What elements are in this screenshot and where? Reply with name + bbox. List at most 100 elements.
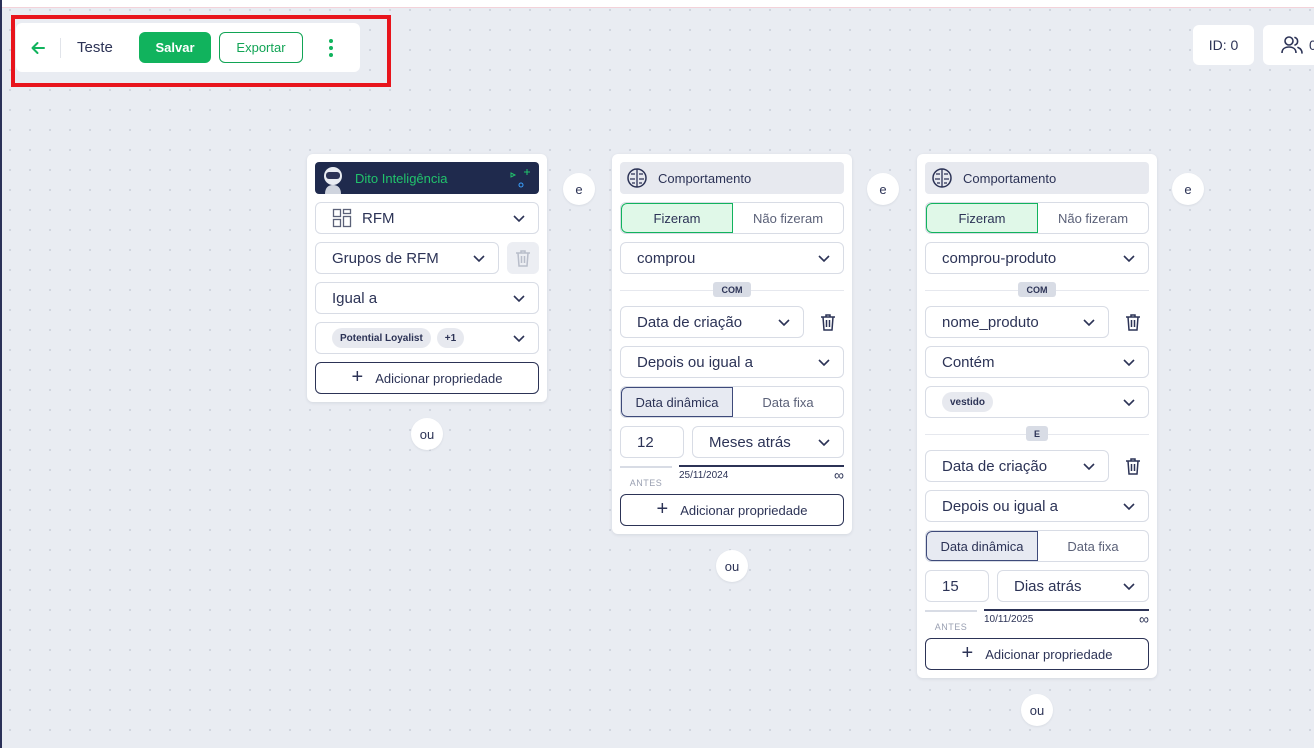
chevron-down-icon: [1123, 359, 1135, 367]
before-label: ANTES: [629, 478, 663, 488]
rfm-card: Dito Inteligência RFM Grupos de RFM Igua…: [307, 154, 547, 402]
grid-icon: [332, 208, 352, 228]
did-option[interactable]: Fizeram: [621, 203, 733, 233]
date-fixed-option[interactable]: Data fixa: [1038, 531, 1148, 561]
before-marker: ANTES: [620, 466, 672, 491]
or-connector[interactable]: ou: [1021, 694, 1053, 726]
delete-property2-button[interactable]: [1117, 450, 1149, 482]
operator-select[interactable]: Igual a: [315, 282, 539, 314]
date-dynamic-option[interactable]: Data dinâmica: [926, 531, 1038, 561]
property-select-value: nome_produto: [942, 313, 1039, 331]
value-select[interactable]: vestido: [925, 386, 1149, 418]
with-tag: COM: [1018, 282, 1056, 297]
unit-select[interactable]: Dias atrás: [997, 570, 1149, 602]
property-select[interactable]: nome_produto: [925, 306, 1109, 338]
chevron-down-icon: [513, 215, 525, 223]
and-connector[interactable]: e: [563, 173, 595, 205]
trash-icon: [1126, 314, 1140, 331]
chevron-down-icon: [1123, 583, 1135, 591]
property-select[interactable]: Data de criação: [620, 306, 804, 338]
unit-select[interactable]: Meses atrás: [692, 426, 844, 458]
values-select[interactable]: Potential Loyalist +1: [315, 322, 539, 354]
behavior-card-1: Comportamento Fizeram Não fizeram compro…: [612, 154, 852, 534]
property2-select[interactable]: Data de criação: [925, 450, 1109, 482]
dito-header: Dito Inteligência: [315, 162, 539, 194]
date-range: 10/11/2025 ∞: [984, 609, 1149, 627]
or-connector[interactable]: ou: [411, 418, 443, 450]
infinity-label: ∞: [834, 467, 844, 483]
event-select-value: comprou: [637, 249, 696, 267]
and-tag: E: [1026, 426, 1048, 441]
behavior-card-2: Comportamento Fizeram Não fizeram compro…: [917, 154, 1157, 678]
event-select[interactable]: comprou-produto: [925, 242, 1149, 274]
date-value: 25/11/2024: [679, 470, 729, 481]
operator-select-value: Depois ou igual a: [637, 353, 753, 371]
date-value: 10/11/2025: [984, 614, 1034, 625]
behavior-header: Comportamento: [925, 162, 1149, 194]
more-values-chip: +1: [436, 328, 465, 348]
plus-icon: +: [351, 366, 364, 388]
date-fixed-option[interactable]: Data fixa: [733, 387, 843, 417]
before-marker: ANTES: [925, 610, 977, 635]
amount-input[interactable]: 15: [925, 570, 989, 602]
brain-icon: [932, 168, 952, 188]
brand-label: Dito Inteligência: [355, 170, 448, 186]
operator-select[interactable]: Depois ou igual a: [620, 346, 844, 378]
highlight-box: [11, 15, 391, 87]
left-edge: [0, 0, 2, 748]
add-property-button[interactable]: + Adicionar propriedade: [925, 638, 1149, 670]
delete-property-button[interactable]: [1117, 306, 1149, 338]
infinity-label: ∞: [1139, 611, 1149, 627]
add-property-label: Adicionar propriedade: [680, 502, 808, 518]
date-mode-toggle: Data dinâmica Data fixa: [925, 530, 1149, 562]
add-property-button[interactable]: + Adicionar propriedade: [315, 362, 539, 394]
chevron-down-icon: [1123, 399, 1135, 407]
group-select[interactable]: Grupos de RFM: [315, 242, 499, 274]
behavior-header-label: Comportamento: [963, 170, 1057, 186]
chevron-down-icon: [513, 335, 525, 343]
didnt-option[interactable]: Não fizeram: [733, 203, 843, 233]
chevron-down-icon: [513, 295, 525, 303]
operator-select-value: Igual a: [332, 289, 378, 307]
operator-select[interactable]: Contém: [925, 346, 1149, 378]
and-connector[interactable]: e: [1172, 173, 1204, 205]
with-tag: COM: [713, 282, 751, 297]
operator2-select[interactable]: Depois ou igual a: [925, 490, 1149, 522]
brain-icon: [627, 168, 647, 188]
chevron-down-icon: [778, 319, 790, 327]
model-select-value: RFM: [362, 209, 395, 227]
and-connector[interactable]: e: [867, 173, 899, 205]
did-toggle: Fizeram Não fizeram: [620, 202, 844, 234]
users-icon: [1281, 36, 1303, 54]
date-mode-toggle: Data dinâmica Data fixa: [620, 386, 844, 418]
users-count: 0: [1309, 37, 1314, 53]
operator-select-value: Contém: [942, 353, 995, 371]
add-property-button[interactable]: + Adicionar propriedade: [620, 494, 844, 526]
didnt-option[interactable]: Não fizeram: [1038, 203, 1148, 233]
before-label: ANTES: [934, 622, 968, 632]
delete-button[interactable]: [507, 242, 539, 274]
chevron-down-icon: [1123, 503, 1135, 511]
add-property-label: Adicionar propriedade: [985, 646, 1113, 662]
event-select[interactable]: comprou: [620, 242, 844, 274]
did-toggle: Fizeram Não fizeram: [925, 202, 1149, 234]
robot-icon: [324, 167, 342, 194]
chevron-down-icon: [1123, 255, 1135, 263]
behavior-header: Comportamento: [620, 162, 844, 194]
model-select[interactable]: RFM: [315, 202, 539, 234]
value-chip: Potential Loyalist: [332, 328, 431, 348]
top-strip: [0, 0, 1314, 8]
behavior-header-label: Comportamento: [658, 170, 752, 186]
chevron-down-icon: [1083, 463, 1095, 471]
property-select-value: Data de criação: [637, 313, 743, 331]
plus-icon: +: [656, 498, 669, 520]
date-dynamic-option[interactable]: Data dinâmica: [621, 387, 733, 417]
delete-property-button[interactable]: [812, 306, 844, 338]
property2-select-value: Data de criação: [942, 457, 1048, 475]
unit-select-value: Meses atrás: [709, 433, 791, 451]
unit-select-value: Dias atrás: [1014, 577, 1082, 595]
users-button[interactable]: 0: [1263, 25, 1314, 65]
or-connector[interactable]: ou: [716, 550, 748, 582]
did-option[interactable]: Fizeram: [926, 203, 1038, 233]
amount-input[interactable]: 12: [620, 426, 684, 458]
